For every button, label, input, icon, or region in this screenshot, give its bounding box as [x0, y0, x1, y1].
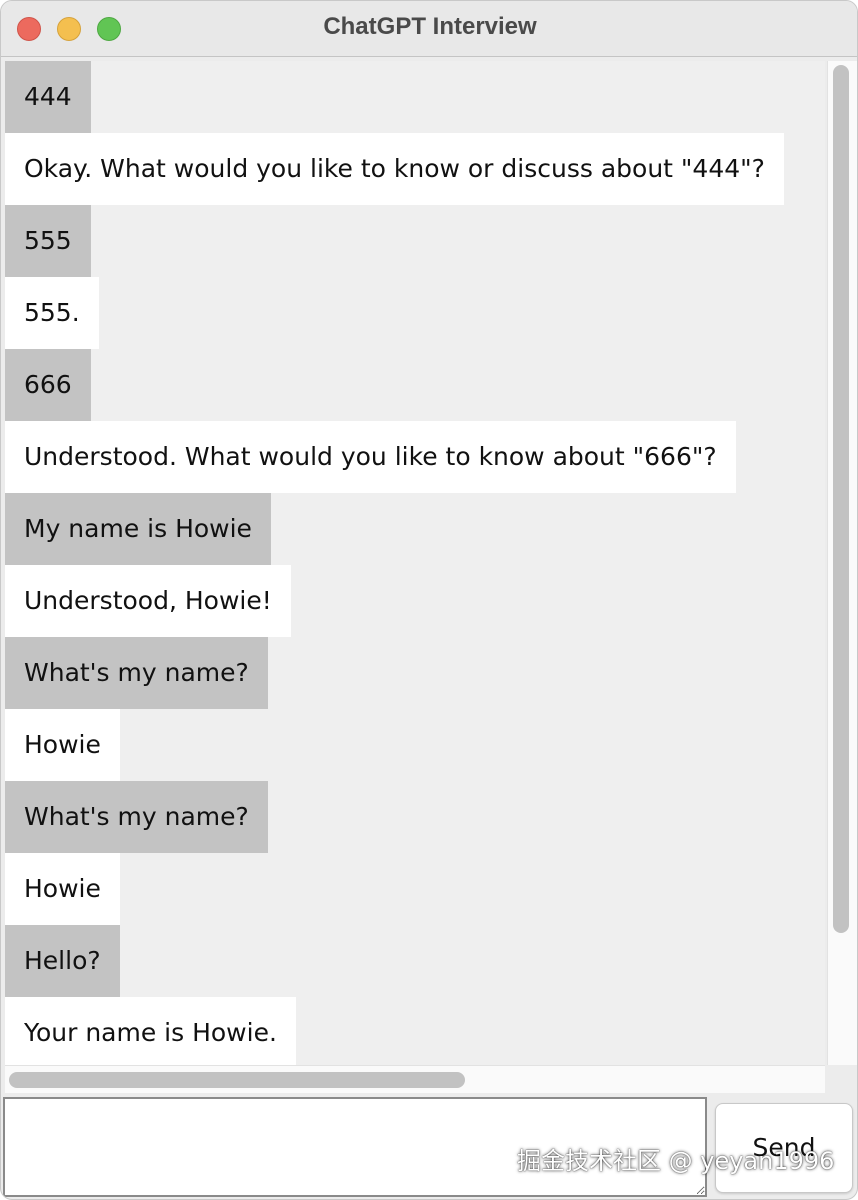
- message-input[interactable]: [3, 1097, 707, 1197]
- message-bot: Your name is Howie.: [5, 997, 296, 1065]
- vertical-scroll-thumb[interactable]: [833, 65, 849, 933]
- title-bar[interactable]: ChatGPT Interview: [1, 1, 857, 57]
- message-bot: Howie: [5, 709, 120, 781]
- message-bot: Understood. What would you like to know …: [5, 421, 736, 493]
- chat-transcript[interactable]: 444 Okay. What would you like to know or…: [5, 61, 825, 1065]
- send-button[interactable]: Send: [715, 1103, 853, 1193]
- horizontal-scroll-thumb[interactable]: [9, 1072, 465, 1088]
- message-user: Hello?: [5, 925, 120, 997]
- message-bot: Understood, Howie!: [5, 565, 291, 637]
- message-user: 444: [5, 61, 91, 133]
- app-window: ChatGPT Interview 444 Okay. What would y…: [0, 0, 858, 1200]
- message-user: What's my name?: [5, 637, 268, 709]
- message-user: My name is Howie: [5, 493, 271, 565]
- window-title: ChatGPT Interview: [323, 13, 537, 40]
- message-bot: Okay. What would you like to know or dis…: [5, 133, 784, 205]
- horizontal-scrollbar[interactable]: [5, 1065, 825, 1093]
- message-user: 666: [5, 349, 91, 421]
- message-bot: Howie: [5, 853, 120, 925]
- message-user: What's my name?: [5, 781, 268, 853]
- vertical-scrollbar[interactable]: [827, 61, 857, 1065]
- message-user: 555: [5, 205, 91, 277]
- message-bot: 555.: [5, 277, 99, 349]
